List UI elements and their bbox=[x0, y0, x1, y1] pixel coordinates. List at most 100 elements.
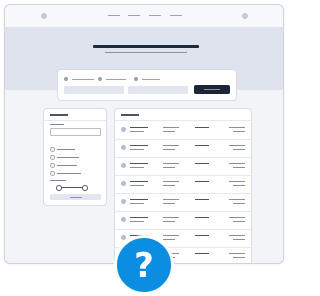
table-cell-placeholder bbox=[130, 199, 148, 200]
question-mark-icon: ? bbox=[134, 246, 154, 286]
nav-link[interactable] bbox=[149, 15, 161, 16]
table-cell-placeholder bbox=[130, 163, 148, 164]
nav-link[interactable] bbox=[170, 15, 182, 16]
table-cell-placeholder bbox=[229, 199, 245, 200]
filter-radio[interactable] bbox=[50, 155, 55, 160]
table-cell-subline bbox=[233, 185, 245, 186]
table-cell-subline bbox=[163, 203, 175, 204]
help-button[interactable]: ? bbox=[114, 235, 174, 295]
table-cell-placeholder bbox=[195, 181, 209, 182]
table-cell-placeholder bbox=[163, 181, 179, 182]
table-heading-placeholder bbox=[121, 114, 139, 116]
table-cell-placeholder bbox=[163, 163, 179, 164]
table-cell-subline bbox=[163, 239, 175, 240]
table-cell-placeholder bbox=[229, 163, 245, 164]
table-row[interactable] bbox=[115, 121, 251, 140]
apply-button-label bbox=[70, 196, 82, 198]
table-header bbox=[115, 109, 251, 121]
table-cell-placeholder bbox=[163, 199, 179, 200]
table-row[interactable] bbox=[115, 175, 251, 194]
table-cell-subline bbox=[233, 203, 245, 204]
nav-link[interactable] bbox=[108, 15, 120, 16]
field-label-placeholder bbox=[142, 78, 160, 80]
search-button[interactable] bbox=[194, 85, 230, 94]
range-slider-min-handle[interactable] bbox=[56, 185, 62, 191]
table-cell-placeholder bbox=[130, 181, 148, 182]
table-cell-placeholder bbox=[163, 217, 179, 218]
table-cell-subline bbox=[233, 257, 245, 258]
table-cell-placeholder bbox=[195, 217, 209, 218]
table-cell-placeholder bbox=[229, 145, 245, 146]
filter-option-placeholder bbox=[57, 149, 75, 150]
search-field-primary[interactable] bbox=[64, 86, 124, 94]
field-label-placeholder bbox=[72, 78, 94, 80]
table-cell-placeholder bbox=[229, 253, 245, 254]
filter-heading-placeholder bbox=[50, 114, 68, 116]
table-cell-subline bbox=[163, 131, 175, 132]
page-title-placeholder bbox=[93, 45, 199, 48]
divider bbox=[44, 120, 106, 121]
row-thumbnail bbox=[121, 181, 126, 186]
search-field-secondary[interactable] bbox=[128, 86, 188, 94]
row-thumbnail bbox=[121, 217, 126, 222]
table-row[interactable] bbox=[115, 139, 251, 158]
row-thumbnail bbox=[121, 145, 126, 150]
filter-panel bbox=[43, 108, 107, 206]
nav-link[interactable] bbox=[128, 15, 140, 16]
filter-radio[interactable] bbox=[50, 163, 55, 168]
table-row[interactable] bbox=[115, 193, 251, 212]
window-titlebar bbox=[5, 5, 283, 28]
table-cell-placeholder bbox=[163, 145, 179, 146]
table-cell-placeholder bbox=[195, 235, 209, 236]
table-cell-subline bbox=[163, 221, 175, 222]
filter-radio[interactable] bbox=[50, 171, 55, 176]
filter-option-placeholder bbox=[57, 157, 79, 158]
table-cell-subline bbox=[130, 131, 144, 132]
table-cell-placeholder bbox=[229, 235, 245, 236]
table-cell-placeholder bbox=[229, 127, 245, 128]
table-cell-placeholder bbox=[195, 127, 209, 128]
table-cell-placeholder bbox=[130, 127, 148, 128]
apply-filters-button[interactable] bbox=[50, 194, 101, 200]
table-cell-subline bbox=[233, 239, 245, 240]
table-cell-placeholder bbox=[229, 181, 245, 182]
table-cell-subline bbox=[233, 149, 245, 150]
table-cell-subline bbox=[163, 167, 175, 168]
table-cell-subline bbox=[130, 185, 144, 186]
table-cell-placeholder bbox=[163, 127, 179, 128]
table-cell-subline bbox=[130, 203, 144, 204]
avatar[interactable] bbox=[242, 13, 248, 19]
table-row[interactable] bbox=[115, 157, 251, 176]
browser-window bbox=[4, 4, 284, 264]
range-slider-max-handle[interactable] bbox=[82, 185, 88, 191]
table-cell-subline bbox=[233, 131, 245, 132]
row-thumbnail bbox=[121, 163, 126, 168]
date-icon bbox=[134, 77, 138, 81]
filter-radio[interactable] bbox=[50, 147, 55, 152]
table-cell-subline bbox=[163, 185, 175, 186]
row-thumbnail bbox=[121, 235, 126, 240]
filter-option-placeholder bbox=[57, 165, 77, 166]
row-thumbnail bbox=[121, 199, 126, 204]
table-cell-placeholder bbox=[195, 145, 209, 146]
table-cell-subline bbox=[130, 167, 144, 168]
search-button-label bbox=[204, 89, 220, 90]
category-icon bbox=[98, 77, 102, 81]
table-cell-subline bbox=[233, 167, 245, 168]
window-control-dot[interactable] bbox=[41, 13, 47, 19]
field-label-placeholder bbox=[106, 78, 126, 80]
table-cell-placeholder bbox=[163, 235, 179, 236]
table-cell-placeholder bbox=[195, 163, 209, 164]
row-thumbnail bbox=[121, 127, 126, 132]
table-cell-placeholder bbox=[229, 217, 245, 218]
table-cell-subline bbox=[163, 149, 175, 150]
table-cell-subline bbox=[233, 221, 245, 222]
table-cell-placeholder bbox=[130, 145, 148, 146]
location-icon bbox=[64, 77, 68, 81]
filter-search-input[interactable] bbox=[50, 128, 101, 136]
search-card bbox=[57, 69, 237, 101]
filter-label-placeholder bbox=[50, 124, 64, 125]
table-cell-subline bbox=[130, 149, 144, 150]
table-row[interactable] bbox=[115, 211, 251, 230]
table-cell-placeholder bbox=[195, 253, 209, 254]
